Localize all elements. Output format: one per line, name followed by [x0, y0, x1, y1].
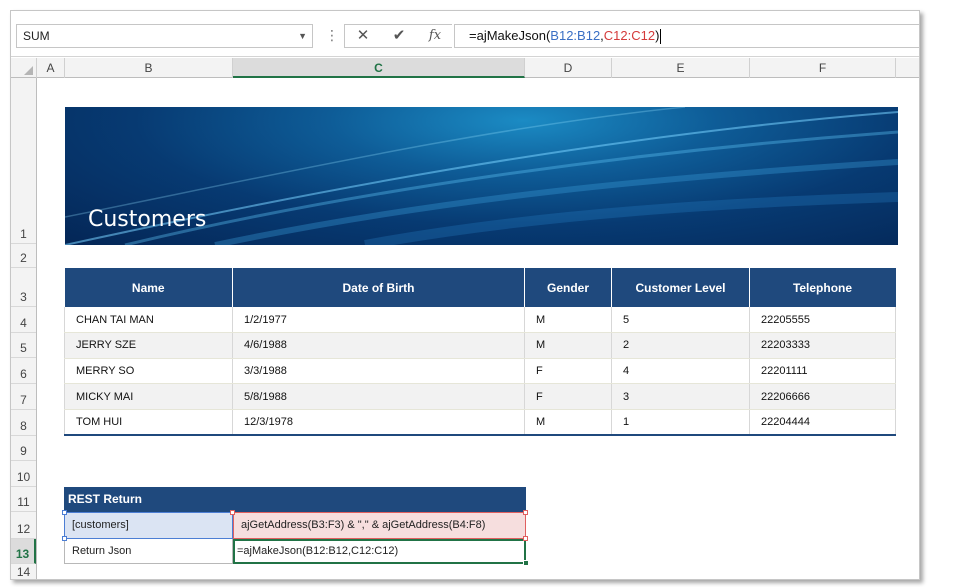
formula-prefix: =ajMakeJson( [469, 28, 551, 43]
row-header-13[interactable]: 13 [11, 539, 36, 564]
column-header-d[interactable]: D [525, 58, 612, 78]
cell-level[interactable]: 1 [611, 409, 750, 436]
formula-suffix: ) [655, 28, 660, 43]
row-header-4[interactable]: 4 [11, 307, 36, 333]
row-header-3[interactable]: 3 [11, 268, 36, 307]
row-header-bar: 1 2 3 4 5 6 7 8 9 10 11 12 13 14 [11, 78, 37, 579]
row-header-11[interactable]: 11 [11, 487, 36, 512]
range-handle-blue-bl[interactable] [62, 536, 67, 541]
cell-telephone[interactable]: 22204444 [749, 409, 896, 436]
cell-name[interactable]: MERRY SO [64, 358, 233, 385]
column-header-f[interactable]: F [750, 58, 896, 78]
customers-table: Name Date of Birth Gender Customer Level… [64, 268, 896, 436]
cell-level[interactable]: 5 [611, 307, 750, 334]
row-header-5[interactable]: 5 [11, 333, 36, 358]
range-handle-red-tl[interactable] [230, 510, 235, 515]
cell-gender[interactable]: F [524, 383, 612, 410]
column-header-bar: A B C D E F [11, 58, 919, 78]
cancel-icon[interactable]: ✕ [351, 25, 375, 47]
cell-dob[interactable]: 1/2/1977 [232, 307, 525, 334]
cell-name[interactable]: TOM HUI [64, 409, 233, 436]
header-gender[interactable]: Gender [524, 268, 612, 307]
cell-dob[interactable]: 12/3/1978 [232, 409, 525, 436]
row-header-1[interactable]: 1 [11, 78, 36, 244]
formula-ref-c12: C12:C12 [603, 28, 656, 43]
header-telephone[interactable]: Telephone [749, 268, 896, 307]
header-date-of-birth[interactable]: Date of Birth [232, 268, 525, 307]
more-options-icon[interactable]: ⋮ [325, 25, 339, 45]
cell-b13[interactable]: Return Json [64, 539, 233, 564]
cell-dob[interactable]: 3/3/1988 [232, 358, 525, 385]
formula-input[interactable]: =ajMakeJson(B12:B12,C12:C12) [454, 24, 919, 48]
chevron-down-icon[interactable]: ▼ [298, 25, 307, 47]
header-name[interactable]: Name [64, 268, 233, 307]
cell-telephone[interactable]: 22205555 [749, 307, 896, 334]
table-row: TOM HUI 12/3/1978 M 1 22204444 [64, 409, 896, 436]
row-header-6[interactable]: 6 [11, 358, 36, 384]
insert-function-icon[interactable]: fx [423, 25, 447, 47]
excel-window: SUM ▼ ⋮ ✕ ✔ fx =ajMakeJson(B12:B12,C12:C… [10, 10, 920, 580]
sheet-area: Customers Name Date of Birth Gender Cust… [37, 78, 919, 579]
select-all-icon [24, 66, 33, 75]
row-header-8[interactable]: 8 [11, 410, 36, 436]
cell-c12[interactable]: ajGetAddress(B3:F3) & "," & ajGetAddress… [233, 512, 526, 539]
row-header-2[interactable]: 2 [11, 244, 36, 268]
cell-level[interactable]: 2 [611, 332, 750, 359]
row-header-14[interactable]: 14 [11, 564, 36, 579]
column-header-c[interactable]: C [233, 58, 525, 78]
select-all-button[interactable] [11, 58, 37, 78]
cell-level[interactable]: 3 [611, 383, 750, 410]
formula-ref-b12: B12:B12 [550, 28, 601, 43]
table-row: CHAN TAI MAN 1/2/1977 M 5 22205555 [64, 307, 896, 334]
cell-gender[interactable]: M [524, 409, 612, 436]
cell-telephone[interactable]: 22201111 [749, 358, 896, 385]
table-row: MICKY MAI 5/8/1988 F 3 22206666 [64, 383, 896, 410]
customers-banner: Customers [65, 107, 898, 245]
cell-dob[interactable]: 5/8/1988 [232, 383, 525, 410]
text-cursor [660, 29, 662, 45]
row-header-7[interactable]: 7 [11, 384, 36, 410]
name-box[interactable]: SUM ▼ [16, 24, 313, 48]
table-row: JERRY SZE 4/6/1988 M 2 22203333 [64, 332, 896, 359]
row-header-10[interactable]: 10 [11, 461, 36, 487]
range-handle-blue-tl[interactable] [62, 510, 67, 515]
header-customer-level[interactable]: Customer Level [611, 268, 750, 307]
row-header-9[interactable]: 9 [11, 436, 36, 461]
table-header-row: Name Date of Birth Gender Customer Level… [64, 268, 896, 307]
cell-name[interactable]: MICKY MAI [64, 383, 233, 410]
column-header-a[interactable]: A [37, 58, 65, 78]
name-box-value: SUM [23, 29, 50, 43]
range-handle-red-br[interactable] [523, 536, 528, 541]
formula-bar: SUM ▼ ⋮ ✕ ✔ fx =ajMakeJson(B12:B12,C12:C… [11, 11, 919, 57]
banner-title: Customers [88, 207, 207, 232]
range-handle-red-tr[interactable] [523, 510, 528, 515]
cell-gender[interactable]: M [524, 307, 612, 334]
table-row: MERRY SO 3/3/1988 F 4 22201111 [64, 358, 896, 385]
cell-name[interactable]: JERRY SZE [64, 332, 233, 359]
column-header-b[interactable]: B [65, 58, 233, 78]
worksheet-grid: A B C D E F 1 2 3 4 5 6 7 8 9 10 11 12 1… [11, 58, 919, 579]
cell-name[interactable]: CHAN TAI MAN [64, 307, 233, 334]
cell-dob[interactable]: 4/6/1988 [232, 332, 525, 359]
fill-handle[interactable] [523, 560, 529, 566]
cell-telephone[interactable]: 22206666 [749, 383, 896, 410]
cell-gender[interactable]: F [524, 358, 612, 385]
cell-gender[interactable]: M [524, 332, 612, 359]
cell-telephone[interactable]: 22203333 [749, 332, 896, 359]
cell-c13-active[interactable]: =ajMakeJson(B12:B12,C12:C12) [233, 539, 526, 564]
formula-buttons: ✕ ✔ fx [344, 24, 452, 48]
rest-return-header[interactable]: REST Return [64, 487, 526, 512]
cell-level[interactable]: 4 [611, 358, 750, 385]
row-header-12[interactable]: 12 [11, 512, 36, 539]
cell-b12[interactable]: [customers] [64, 512, 233, 539]
column-header-e[interactable]: E [612, 58, 750, 78]
check-icon[interactable]: ✔ [387, 25, 411, 47]
